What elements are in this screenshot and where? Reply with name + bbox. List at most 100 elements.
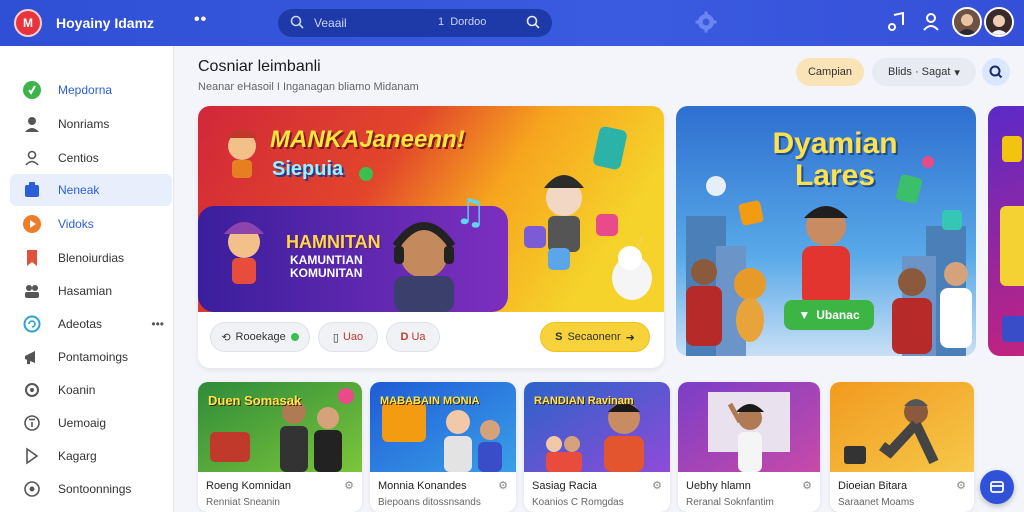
app-title: Hoyainy Idamz <box>56 15 155 31</box>
sidebar-item-label: Pontamoings <box>58 350 129 364</box>
card-settings-icon[interactable]: ⚙ <box>802 479 812 492</box>
search-filter-text: 1 Dordoo <box>438 16 487 28</box>
sidebar-item-label: Nonriams <box>58 117 110 131</box>
arrow-right-icon: ➜ <box>625 331 635 344</box>
sidebar-item-label: Mepdorna <box>58 83 113 97</box>
chip-label: Uao <box>342 331 364 343</box>
people-icon <box>22 148 42 168</box>
sidebar-item-adeotas[interactable]: Adeotas ••• <box>10 308 172 340</box>
campaign-button[interactable]: Campian <box>796 58 864 86</box>
settings-icon <box>22 479 42 499</box>
content-card[interactable]: Duen Somasak Roeng Komnidan Renniat Snea… <box>198 382 362 512</box>
content-card[interactable]: Dioeian Bitara Saraanet Moams ⚙ <box>830 382 974 512</box>
card-settings-icon[interactable]: ⚙ <box>956 479 966 492</box>
ticket-icon: ▼ <box>798 308 811 322</box>
next-card-peek[interactable] <box>988 106 1024 356</box>
user-icon[interactable] <box>922 12 940 32</box>
chip-ua[interactable]: D Ua <box>386 322 440 352</box>
cta-button[interactable]: S Secaonenr ➜ <box>540 322 650 352</box>
sidebar-item-nonriams[interactable]: Nonriams <box>10 108 172 140</box>
refresh-icon: ⟲ <box>221 331 231 344</box>
card-title: Uebhy hlamn <box>686 480 751 492</box>
sidebar-item-pontamoings[interactable]: Pontamoings <box>10 341 172 373</box>
content-card[interactable]: MABABAIN MONIA Monnia Konandes Biepoans … <box>370 382 516 512</box>
sidebar-item-label: Uemoaig <box>58 416 107 430</box>
bookmark-icon <box>22 248 42 268</box>
info-icon <box>22 413 42 433</box>
card-subtitle: Saraanet Moams <box>838 497 915 508</box>
card-banner: Duen Somasak <box>208 393 302 408</box>
sidebar-item-label: Koanin <box>58 383 96 397</box>
card-subtitle: Biepoans ditossnsands <box>378 497 481 508</box>
hero-card[interactable]: ♫ MANKAJaneenn! Siepuia HAMNITAN KAMUNTI… <box>198 106 664 368</box>
avatar[interactable] <box>952 7 982 37</box>
sidebar-item-koanin[interactable]: Koanin <box>10 374 172 406</box>
peek-illustration <box>1000 136 1024 342</box>
page-title: Cosniar leimbanli <box>198 58 321 75</box>
search-circle-button[interactable] <box>982 58 1010 86</box>
card-banner: MABABAIN MONIA <box>380 395 480 407</box>
card-banner: RANDIAN Ravinam <box>534 395 634 407</box>
card-subtitle: Renniat Sneanin <box>206 497 280 508</box>
chip-rooekage[interactable]: ⟲ Rooekage <box>210 322 310 352</box>
chevron-down-icon: ▾ <box>954 66 960 79</box>
sidebar-item-label: Centios <box>58 151 99 165</box>
status-dot-icon <box>290 333 299 341</box>
megaphone-icon <box>22 347 42 367</box>
sync-icon <box>22 314 42 334</box>
feature-card[interactable]: Dyamian Lares ▼ Ubanac <box>676 106 976 356</box>
card-settings-icon[interactable]: ⚙ <box>652 479 662 492</box>
sidebar-item-uemoaig[interactable]: Uemoaig <box>10 407 172 439</box>
sidebar-item-hasamian[interactable]: Hasamian <box>10 275 172 307</box>
hero-subtitle: Siepuia <box>272 158 344 180</box>
grid-icon <box>22 180 42 200</box>
search-icon <box>290 15 304 29</box>
filter-label: Blids · Sagat <box>888 66 951 78</box>
hero-title: MANKAJaneenn! <box>270 126 465 153</box>
chip-label: Rooekage <box>235 331 286 343</box>
sidebar-item-kagarg[interactable]: Kagarg <box>10 440 172 472</box>
sidebar-item-blenoiurdias[interactable]: Blenoiurdias <box>10 242 172 274</box>
search-bar[interactable]: Veaail 1 Dordoo <box>278 9 552 37</box>
sidebar-item-sontoonnings[interactable]: Sontoonnings <box>10 473 172 505</box>
menu-dots-icon[interactable]: •• <box>194 11 207 29</box>
layout-icon <box>990 481 1004 493</box>
document-icon: ▯ <box>332 331 339 344</box>
avatar[interactable] <box>984 7 1014 37</box>
search-input[interactable]: Veaail <box>314 16 347 30</box>
more-dots-icon[interactable]: ••• <box>151 317 164 331</box>
search-submit-icon[interactable] <box>526 15 540 29</box>
content-card[interactable]: Uebhy hlamn Reranal Soknfantim ⚙ <box>678 382 820 512</box>
card-title: Dioeian Bitara <box>838 480 908 492</box>
search-icon <box>989 65 1003 79</box>
group-icon <box>22 281 42 301</box>
sidebar-item-label: Adeotas <box>58 317 103 331</box>
cta-label: Secaonenr <box>567 331 621 343</box>
chip-label: Ua <box>411 331 426 343</box>
feature-title: Dyamian Lares <box>772 127 898 192</box>
sidebar-item-home[interactable]: Mepdorna <box>10 74 172 106</box>
floating-action-button[interactable] <box>980 470 1014 504</box>
user-icon <box>22 114 42 134</box>
card-settings-icon[interactable]: ⚙ <box>498 479 508 492</box>
card-subtitle: Koanios C Romgdas <box>532 497 624 508</box>
home-icon <box>22 80 42 100</box>
content-card[interactable]: RANDIAN Ravinam Sasiag Racia Koanios C R… <box>524 382 670 512</box>
sidebar-item-vidoks[interactable]: Vidoks <box>10 208 172 240</box>
chip-letter-icon: D <box>400 331 409 343</box>
sidebar-item-label: Vidoks <box>58 217 94 231</box>
card-subtitle: Reranal Soknfantim <box>686 497 774 508</box>
sidebar-item-label: Hasamian <box>58 284 113 298</box>
sidebar-item-neneak[interactable]: Neneak <box>10 174 172 206</box>
sidebar-item-centios[interactable]: Centios <box>10 142 172 174</box>
gear-icon[interactable] <box>694 10 718 34</box>
chip-uao[interactable]: ▯ Uao <box>318 322 378 352</box>
music-icon[interactable] <box>888 12 906 32</box>
feature-button[interactable]: ▼ Ubanac <box>784 300 874 330</box>
page-subtitle: Neanar eHasoil I Inganagan bliamo Midana… <box>198 81 419 93</box>
app-logo[interactable]: M <box>14 9 42 37</box>
filter-dropdown[interactable]: Blids · Sagat ▾ <box>872 58 976 86</box>
card-thumbnail <box>830 382 974 472</box>
sidebar-item-label: Kagarg <box>58 449 97 463</box>
card-settings-icon[interactable]: ⚙ <box>344 479 354 492</box>
